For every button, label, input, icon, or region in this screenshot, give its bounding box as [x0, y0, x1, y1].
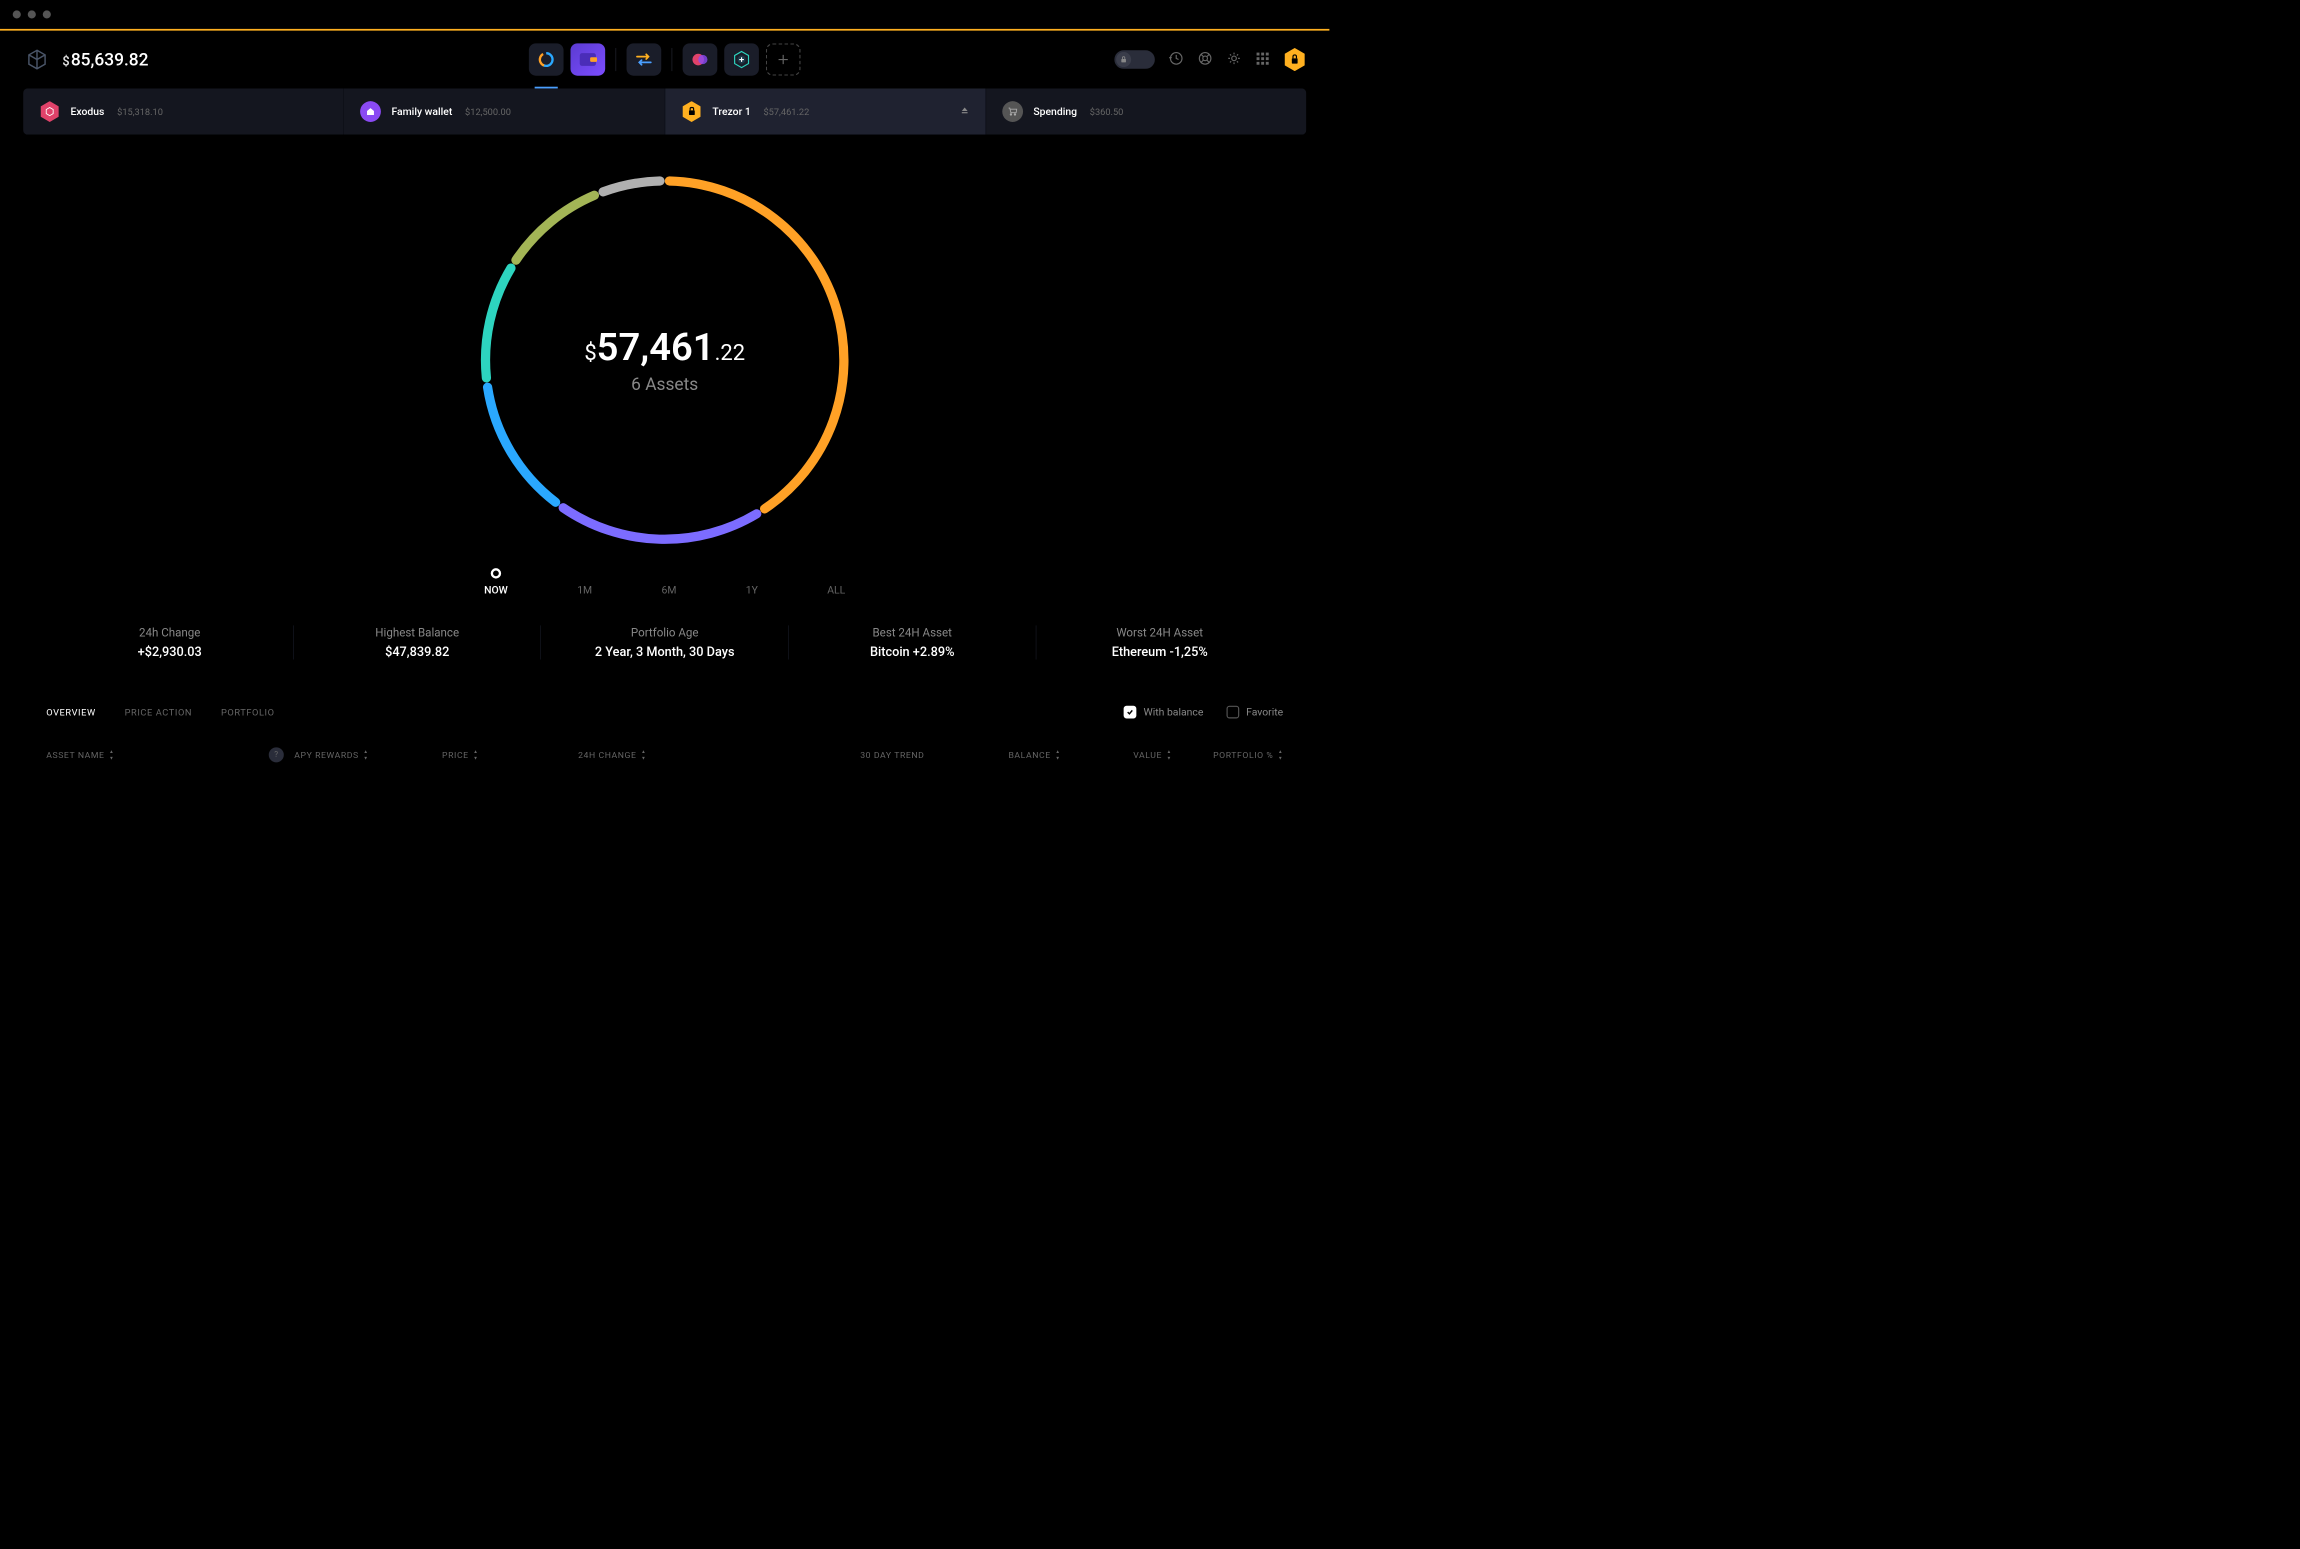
wallets-row: Exodus $15,318.10 Family wallet $12,500.00 T…	[23, 88, 1306, 134]
time-range-selector: NOW 1M 6M 1Y ALL	[484, 568, 845, 596]
column-apy-rewards[interactable]: ?APY REWARDS	[269, 747, 442, 762]
wallet-amount: $57,461.22	[763, 106, 809, 117]
time-range-6m[interactable]: 6M	[662, 568, 677, 596]
stat-worst-24h-asset: Worst 24H AssetEthereum -1,25%	[1036, 625, 1283, 659]
tab-price-action[interactable]: PRICE ACTION	[125, 707, 192, 718]
portfolio-donut-chart: $57,461.22 6 Assets	[457, 152, 873, 568]
wallet-amount: $12,500.00	[465, 106, 511, 117]
wallet-tab-trezor-1[interactable]: Trezor 1 $57,461.22	[665, 88, 986, 134]
history-icon[interactable]	[1169, 51, 1184, 68]
nav-apps-button[interactable]	[683, 43, 718, 75]
trezor-device-icon[interactable]	[1283, 48, 1306, 71]
portfolio-value: $57,461.22	[584, 325, 745, 370]
time-range-1m[interactable]: 1M	[577, 568, 592, 596]
support-icon[interactable]	[1198, 51, 1213, 68]
sort-icon	[641, 749, 646, 761]
wallet-name: Trezor 1	[712, 105, 750, 117]
help-icon[interactable]: ?	[269, 747, 284, 762]
column-asset-name[interactable]: ASSET NAME	[46, 747, 269, 762]
column-30-day-trend[interactable]: 30 DAY TREND	[739, 747, 925, 762]
time-range-now[interactable]: NOW	[484, 568, 508, 596]
stat-highest-balance: Highest Balance$47,839.82	[294, 625, 542, 659]
nav-wallet-button[interactable]	[570, 43, 605, 75]
total-balance: $85,639.82	[62, 49, 148, 69]
column-portfolio-[interactable]: PORTFOLIO %	[1172, 747, 1283, 762]
wallet-tab-spending[interactable]: Spending $360.50	[986, 88, 1306, 134]
sort-icon	[1278, 749, 1283, 761]
wallet-name: Exodus	[71, 105, 105, 117]
lock-toggle[interactable]	[1114, 50, 1154, 68]
stats-row: 24h Change+$2,930.03Highest Balance$47,8…	[0, 596, 1329, 688]
time-range-all[interactable]: ALL	[827, 568, 845, 596]
settings-icon[interactable]	[1227, 51, 1242, 68]
stat-best-24h-asset: Best 24H AssetBitcoin +2.89%	[789, 625, 1037, 659]
wallet-tab-family-wallet[interactable]: Family wallet $12,500.00	[344, 88, 665, 134]
time-range-1y[interactable]: 1Y	[746, 568, 758, 596]
apps-grid-icon[interactable]	[1255, 51, 1269, 67]
column-value[interactable]: VALUE	[1060, 747, 1171, 762]
minimize-window-icon[interactable]	[28, 10, 36, 18]
column-price[interactable]: PRICE	[442, 747, 578, 762]
sort-icon	[109, 749, 114, 761]
nav-add-asset-button[interactable]	[724, 43, 759, 75]
close-window-icon[interactable]	[13, 10, 21, 18]
stat-24h-change: 24h Change+$2,930.03	[46, 625, 294, 659]
stat-portfolio-age: Portfolio Age2 Year, 3 Month, 30 Days	[541, 625, 789, 659]
window-titlebar	[0, 0, 1329, 29]
checkbox-checked-icon	[1124, 706, 1137, 719]
nav-portfolio-button[interactable]	[529, 43, 564, 75]
nav-new-button[interactable]	[766, 43, 801, 75]
filter-with-balance[interactable]: With balance	[1124, 706, 1204, 719]
wallet-tab-exodus[interactable]: Exodus $15,318.10	[23, 88, 344, 134]
eject-icon[interactable]	[960, 106, 969, 118]
column-24h-change[interactable]: 24H CHANGE	[578, 747, 739, 762]
nav-separator	[616, 48, 617, 71]
wallet-amount: $360.50	[1090, 106, 1124, 117]
app-logo-icon[interactable]	[23, 46, 51, 74]
checkbox-icon	[1226, 706, 1239, 719]
sort-icon	[363, 749, 368, 761]
tab-portfolio[interactable]: PORTFOLIO	[221, 707, 275, 718]
wallet-name: Family wallet	[391, 105, 452, 117]
time-marker-icon	[491, 568, 501, 578]
nav-separator	[672, 48, 673, 71]
portfolio-asset-count: 6 Assets	[584, 375, 745, 395]
column-balance[interactable]: BALANCE	[924, 747, 1060, 762]
tab-overview[interactable]: OVERVIEW	[46, 707, 96, 718]
filter-favorite[interactable]: Favorite	[1226, 706, 1283, 719]
wallet-amount: $15,318.10	[117, 106, 163, 117]
sort-icon	[473, 749, 478, 761]
wallet-name: Spending	[1033, 105, 1077, 117]
maximize-window-icon[interactable]	[43, 10, 51, 18]
top-nav: $85,639.82	[0, 31, 1329, 89]
nav-exchange-button[interactable]	[627, 43, 662, 75]
asset-table-header: ASSET NAME ?APY REWARDS PRICE 24H CHANGE…	[46, 747, 1283, 762]
